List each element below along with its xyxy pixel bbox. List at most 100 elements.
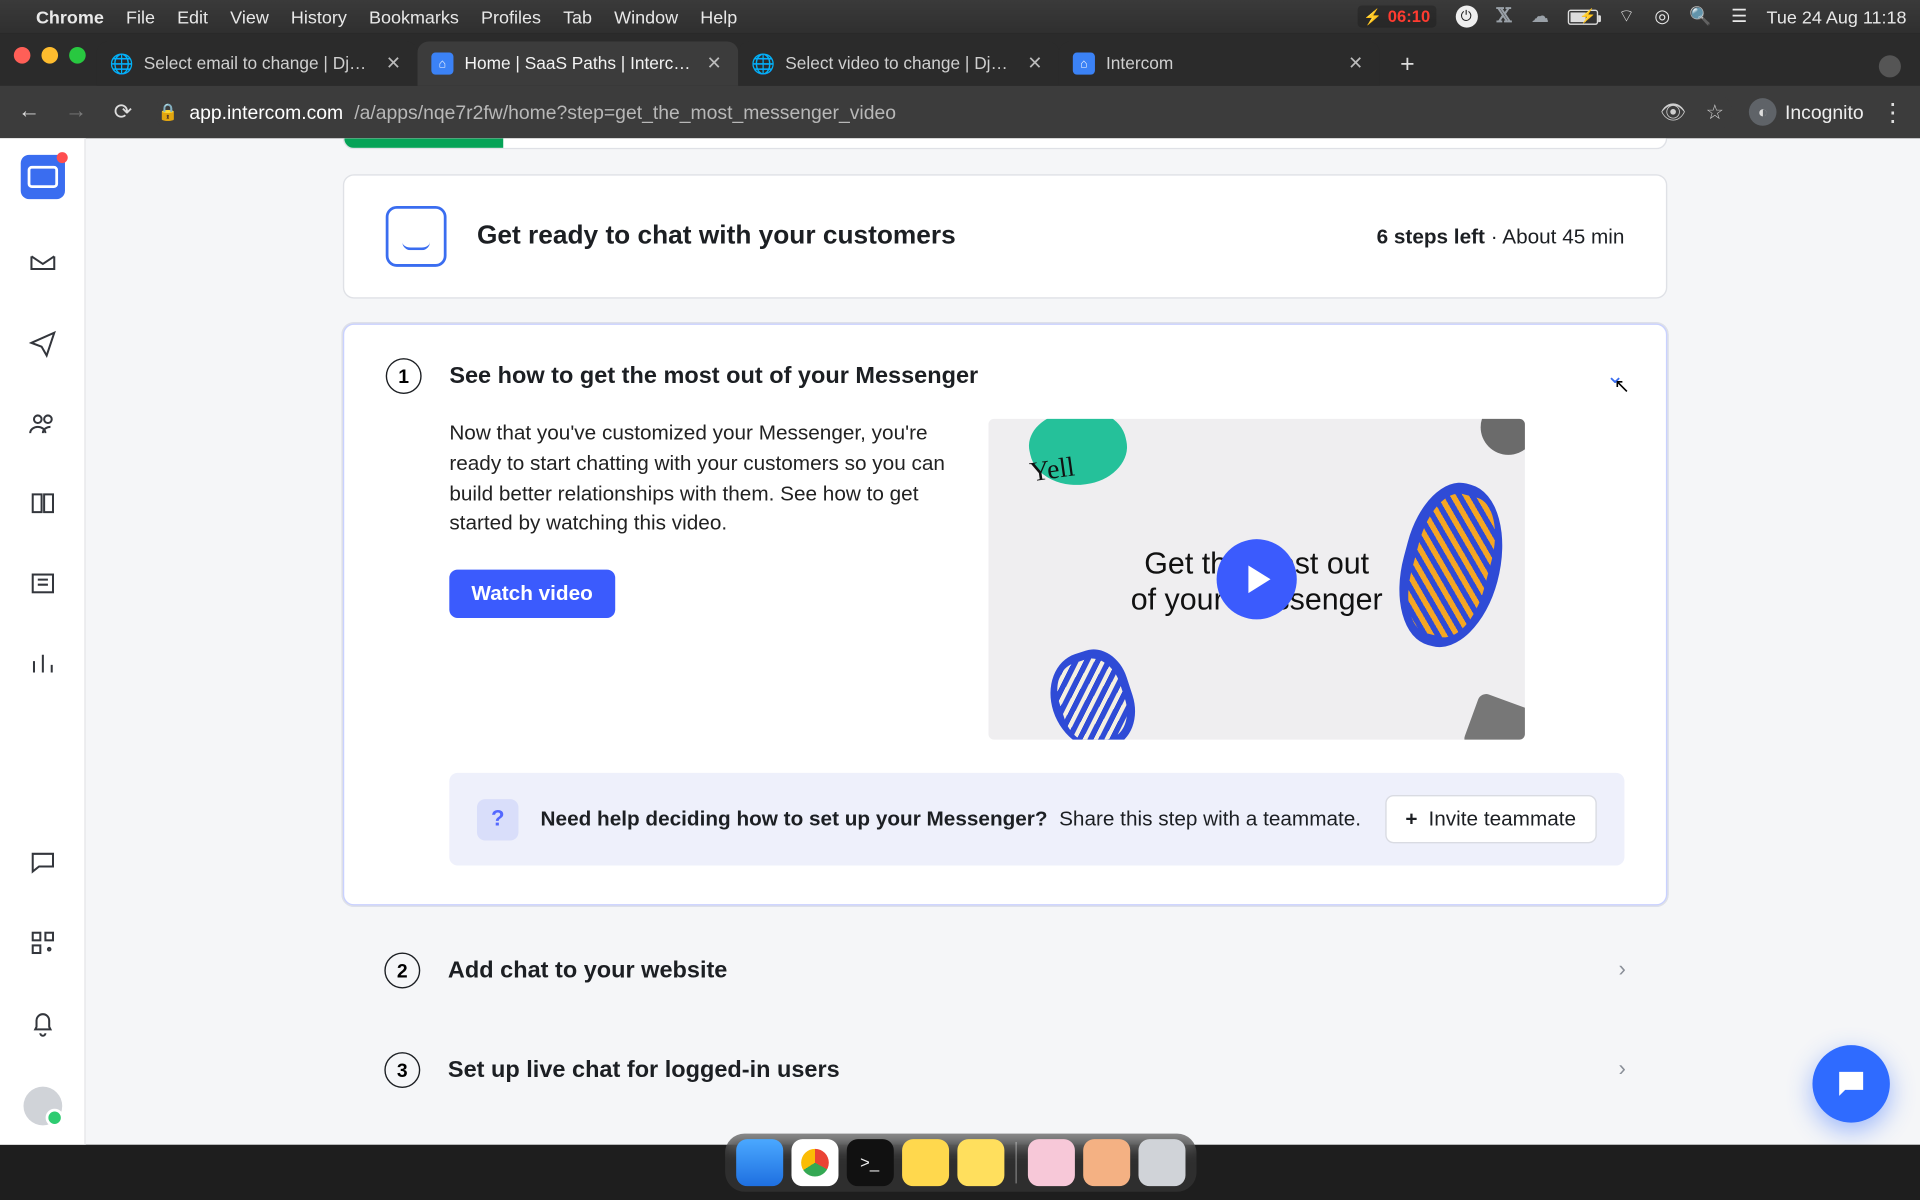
tab-title: Intercom <box>1106 54 1334 73</box>
apps-grid-icon[interactable] <box>26 926 59 959</box>
url-field[interactable]: 🔒 app.intercom.com/a/apps/nqe7r2fw/home?… <box>155 93 1733 132</box>
onboarding-step-3-row[interactable]: 3 Set up live chat for logged-in users › <box>343 1035 1667 1104</box>
nav-back-button[interactable]: ← <box>14 100 44 125</box>
decorative-scribble-text: Yell <box>1028 452 1077 490</box>
watch-video-button[interactable]: Watch video <box>449 570 615 618</box>
dock-folder-icon[interactable] <box>1027 1139 1074 1186</box>
tracking-eye-off-icon[interactable]: 👁︎ <box>1660 100 1686 125</box>
new-tab-button[interactable]: + <box>1388 44 1427 83</box>
battery-time-remaining-badge[interactable]: ⚡ 06:10 <box>1358 6 1436 28</box>
lock-icon: 🔒 <box>158 102 179 121</box>
onboarding-hero-card: Get ready to chat with your customers 6 … <box>343 174 1667 298</box>
menu-file[interactable]: File <box>126 6 155 27</box>
chevron-right-icon: › <box>1618 1058 1625 1083</box>
wifi-icon[interactable]: ⌔ <box>1618 6 1635 28</box>
menu-edit[interactable]: Edit <box>177 6 208 27</box>
hero-eta: About 45 min <box>1502 225 1624 249</box>
intercom-favicon-icon: ⌂ <box>431 53 453 75</box>
control-center-icon[interactable]: ◎ <box>1654 6 1670 28</box>
browser-tab[interactable]: 🌐 Select email to change | Django ✕ <box>97 41 418 85</box>
cloud-sync-icon[interactable]: ☁︎ <box>1531 6 1549 28</box>
browser-tab[interactable]: 🌐 Select video to change | Django ✕ <box>738 41 1059 85</box>
chrome-menu-button[interactable]: ⋮ <box>1880 97 1906 126</box>
hero-steps-left: 6 steps left <box>1377 225 1485 249</box>
dock-folder-icon[interactable] <box>1082 1139 1129 1186</box>
messages-bubble-icon[interactable] <box>26 846 59 879</box>
invite-teammate-label: Invite teammate <box>1429 807 1577 831</box>
tab-close-button[interactable]: ✕ <box>1345 53 1366 75</box>
status-circle-icon[interactable]: ⏻ <box>1455 6 1477 28</box>
menubar-app-name[interactable]: Chrome <box>36 6 104 27</box>
incognito-indicator[interactable]: Incognito <box>1749 98 1864 126</box>
dock-terminal-icon[interactable] <box>846 1139 893 1186</box>
browser-tab[interactable]: ⌂ Intercom ✕ <box>1059 41 1380 85</box>
page-content: Get ready to chat with your customers 6 … <box>86 138 1920 1144</box>
window-zoom-button[interactable] <box>69 47 86 64</box>
browser-toolbar: ← → ⟳ 🔒 app.intercom.com/a/apps/nqe7r2fw… <box>0 86 1920 139</box>
share-step-text: Need help deciding how to set up your Me… <box>541 807 1362 831</box>
tab-title: Select video to change | Django <box>785 54 1013 73</box>
bookmark-star-icon[interactable]: ☆ <box>1706 100 1725 125</box>
menu-view[interactable]: View <box>230 6 269 27</box>
tabstrip-overflow-icon[interactable] <box>1879 55 1901 77</box>
tab-close-button[interactable]: ✕ <box>383 53 404 75</box>
hero-title: Get ready to chat with your customers <box>477 221 956 251</box>
dock-trash-icon[interactable] <box>1138 1139 1185 1186</box>
articles-book-icon[interactable] <box>26 487 59 520</box>
window-close-button[interactable] <box>14 47 31 64</box>
intercom-launcher-button[interactable] <box>1812 1045 1889 1122</box>
chat-bubble-icon <box>386 206 447 267</box>
decorative-blob-icon <box>1481 419 1525 455</box>
onboarding-step-2-row[interactable]: 2 Add chat to your website › <box>343 936 1667 1005</box>
dock-chrome-icon[interactable] <box>791 1139 838 1186</box>
plus-icon: + <box>1405 807 1417 831</box>
tab-title: Select email to change | Django <box>144 54 372 73</box>
dock-finder-icon[interactable] <box>735 1139 782 1186</box>
incognito-label: Incognito <box>1785 101 1864 123</box>
step-1-body-text: Now that you've customized your Messenge… <box>449 419 947 539</box>
inbox-icon[interactable] <box>26 246 59 279</box>
contacts-icon[interactable] <box>26 406 59 439</box>
menubar-datetime[interactable]: Tue 24 Aug 11:18 <box>1767 6 1907 27</box>
intercom-favicon-icon: ⌂ <box>1073 53 1095 75</box>
user-avatar[interactable] <box>23 1087 62 1126</box>
notifications-bell-icon[interactable] <box>26 1006 59 1039</box>
step-number-badge: 1 <box>386 358 422 394</box>
browser-tabstrip: 🌐 Select email to change | Django ✕ ⌂ Ho… <box>0 33 1920 86</box>
play-icon[interactable] <box>1217 539 1297 619</box>
question-mark-icon: ? <box>477 798 518 839</box>
menu-bookmarks[interactable]: Bookmarks <box>369 6 459 27</box>
tab-close-button[interactable]: ✕ <box>1025 53 1046 75</box>
macos-menubar: Chrome File Edit View History Bookmarks … <box>0 0 1920 33</box>
browser-tab-active[interactable]: ⌂ Home | SaaS Paths | Intercom ✕ <box>418 41 739 85</box>
step-1-header[interactable]: 1 See how to get the most out of your Me… <box>386 358 1625 394</box>
nav-reload-button[interactable]: ⟳ <box>108 98 138 126</box>
dock-notes-icon[interactable] <box>901 1139 948 1186</box>
window-minimize-button[interactable] <box>41 47 58 64</box>
outbound-send-icon[interactable] <box>26 326 59 359</box>
intercom-logo-icon[interactable] <box>20 155 64 199</box>
invite-teammate-button[interactable]: + Invite teammate <box>1385 795 1597 843</box>
decorative-blob-icon <box>1039 641 1146 739</box>
status-x-icon[interactable]: 𝕏 <box>1497 5 1512 29</box>
spotlight-search-icon[interactable]: 🔍 <box>1689 6 1711 28</box>
menu-tab[interactable]: Tab <box>563 6 592 27</box>
url-host: app.intercom.com <box>189 101 343 123</box>
news-icon[interactable] <box>26 567 59 600</box>
step-1-title: See how to get the most out of your Mess… <box>449 362 978 390</box>
reports-bar-chart-icon[interactable] <box>26 647 59 680</box>
chevron-right-icon: › <box>1618 958 1625 983</box>
onboarding-step-1-card: 1 See how to get the most out of your Me… <box>343 324 1667 906</box>
menu-profiles[interactable]: Profiles <box>481 6 541 27</box>
control-toggles-icon[interactable]: ☰ <box>1731 6 1747 28</box>
step-number-badge: 2 <box>384 953 420 989</box>
nav-forward-button: → <box>61 100 91 125</box>
previous-card-progress-bar <box>343 138 1667 149</box>
menu-window[interactable]: Window <box>614 6 678 27</box>
step-1-video-thumbnail[interactable]: Yell Get the most out of your Messenger <box>988 419 1524 740</box>
menu-history[interactable]: History <box>291 6 347 27</box>
tab-close-button[interactable]: ✕ <box>704 53 725 75</box>
menu-help[interactable]: Help <box>700 6 737 27</box>
dock-app-icon[interactable] <box>957 1139 1004 1186</box>
battery-status-icon[interactable]: ⚡ <box>1568 9 1598 24</box>
